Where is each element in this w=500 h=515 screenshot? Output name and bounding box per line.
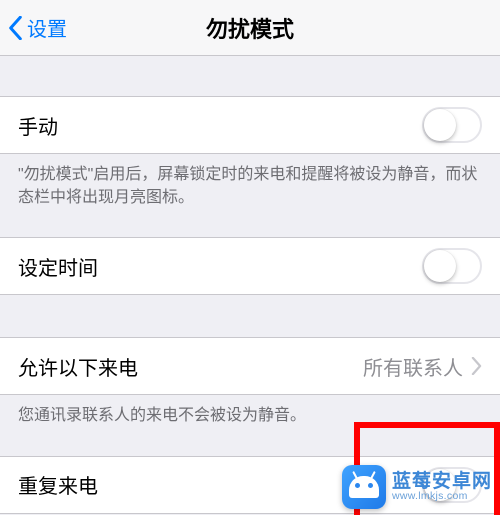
manual-label: 手动 [18, 111, 58, 140]
repeat-calls-toggle[interactable] [422, 467, 482, 503]
back-button[interactable]: 设置 [8, 13, 67, 42]
chevron-left-icon [8, 16, 23, 40]
back-label: 设置 [27, 13, 67, 42]
allow-calls-row[interactable]: 允许以下来电 所有联系人 [0, 338, 500, 394]
chevron-right-icon [471, 357, 482, 375]
schedule-toggle[interactable] [422, 248, 482, 284]
manual-row: 手动 [0, 97, 500, 153]
manual-toggle[interactable] [422, 107, 482, 143]
schedule-row: 设定时间 [0, 238, 500, 294]
page-title: 勿扰模式 [206, 12, 294, 44]
manual-footer: "勿扰模式"启用后，屏幕锁定时的来电和提醒将被设为静音，而状态栏中将出现月亮图标… [0, 154, 500, 209]
repeat-calls-label: 重复来电 [18, 470, 98, 499]
allow-calls-value: 所有联系人 [363, 352, 463, 381]
repeat-calls-row: 重复来电 [0, 457, 500, 513]
allow-calls-footer: 您通讯录联系人的来电不会被设为静音。 [0, 395, 500, 427]
allow-calls-label: 允许以下来电 [18, 352, 138, 381]
schedule-label: 设定时间 [18, 252, 98, 281]
